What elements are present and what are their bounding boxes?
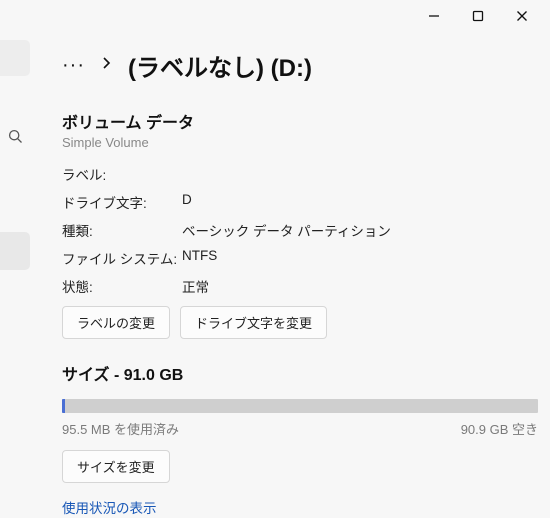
left-nav-strip [0, 40, 30, 154]
prop-row-label: ラベル: [62, 164, 538, 184]
prop-label: ファイル システム: [62, 248, 182, 268]
nav-tab[interactable] [0, 40, 30, 76]
window-title-bar [0, 0, 550, 32]
usage-bar [62, 399, 538, 413]
change-size-button[interactable]: サイズを変更 [62, 450, 170, 483]
chevron-right-icon [101, 56, 112, 75]
prop-value: NTFS [182, 248, 217, 268]
prop-value: ベーシック データ パーティション [182, 220, 391, 240]
maximize-icon[interactable] [470, 8, 486, 24]
prop-label: ラベル: [62, 164, 182, 184]
search-icon[interactable] [0, 118, 30, 154]
usage-bar-fill [62, 399, 65, 413]
size-section-title: サイズ - 91.0 GB [62, 361, 538, 385]
breadcrumb-more-button[interactable]: ··· [62, 54, 85, 77]
prop-row-fs: ファイル システム: NTFS [62, 248, 538, 268]
change-drive-letter-button[interactable]: ドライブ文字を変更 [180, 306, 327, 339]
prop-label: ドライブ文字: [62, 192, 182, 212]
show-usage-link[interactable]: 使用状況の表示 [62, 497, 157, 517]
breadcrumb: ··· (ラベルなし) (D:) [62, 48, 538, 83]
prop-label: 種類: [62, 220, 182, 240]
page-title: (ラベルなし) (D:) [128, 48, 312, 83]
prop-label: 状態: [62, 276, 182, 296]
minimize-icon[interactable] [426, 8, 442, 24]
prop-row-letter: ドライブ文字: D [62, 192, 538, 212]
prop-value: D [182, 192, 192, 212]
prop-row-type: 種類: ベーシック データ パーティション [62, 220, 538, 240]
usage-used-label: 95.5 MB を使用済み [62, 419, 179, 438]
prop-row-state: 状態: 正常 [62, 276, 538, 296]
close-icon[interactable] [514, 8, 530, 24]
usage-free-label: 90.9 GB 空き [461, 419, 538, 438]
prop-value: 正常 [182, 276, 209, 296]
volume-subtitle: Simple Volume [62, 135, 538, 150]
nav-tab-secondary[interactable] [0, 232, 30, 270]
volume-section-title: ボリューム データ [62, 109, 538, 133]
change-label-button[interactable]: ラベルの変更 [62, 306, 170, 339]
